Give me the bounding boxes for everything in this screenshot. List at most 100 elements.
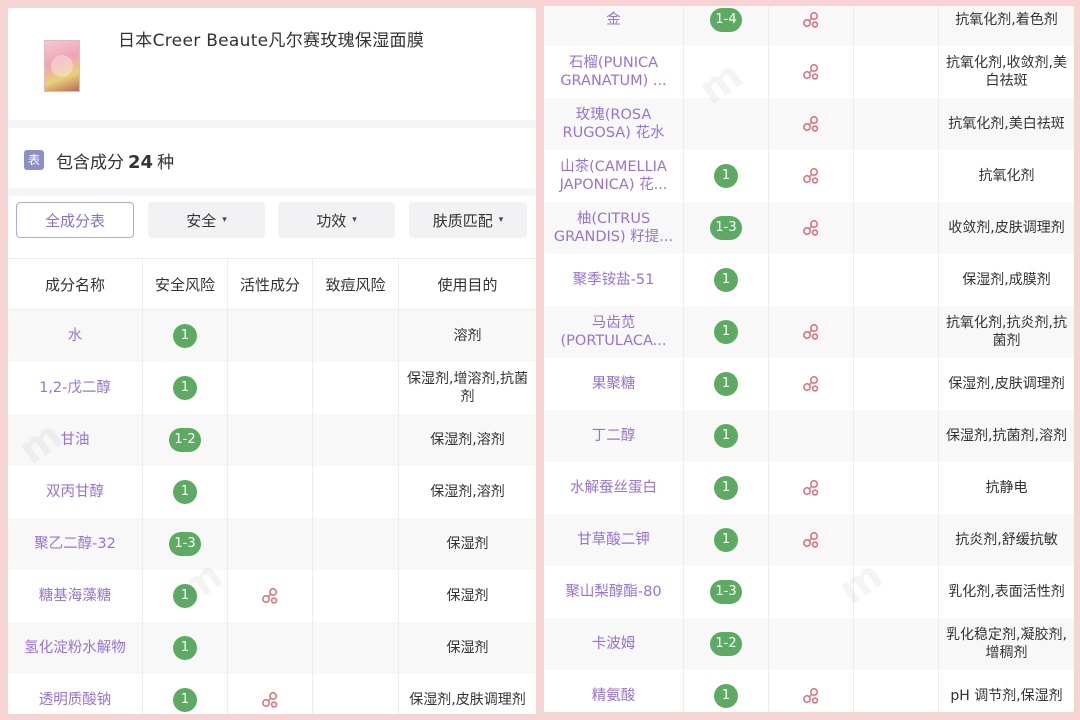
purpose-text: 收敛剂,皮肤调理剂 bbox=[948, 220, 1065, 236]
purpose-text: 保湿剂 bbox=[446, 588, 489, 604]
ingredient-name-link[interactable]: 石榴(PUNICA GRANATUM) ... bbox=[544, 46, 684, 98]
table-row[interactable]: 甘草酸二钾 1 抗炎剂,舒缓抗敏 bbox=[544, 514, 1074, 566]
table-row[interactable]: 精氨酸 1 pH 调节剂,保湿剂 bbox=[544, 670, 1074, 712]
safety-risk-cell: 1 bbox=[684, 306, 769, 358]
ingredient-name-link[interactable]: 丁二醇 bbox=[544, 410, 684, 462]
table-row[interactable]: 果聚糖 1 保湿剂,皮肤调理剂 bbox=[544, 358, 1074, 410]
purpose-text: 保湿剂,成膜剂 bbox=[962, 272, 1051, 288]
purpose-text: pH 调节剂,保湿剂 bbox=[950, 688, 1063, 704]
safety-risk-badge: 1-2 bbox=[710, 632, 742, 656]
safety-risk-cell: 1 bbox=[684, 514, 769, 566]
acne-risk-cell bbox=[854, 618, 939, 670]
ingredient-name-link[interactable]: 柚(CITRUS GRANDIS) 籽提... bbox=[544, 202, 684, 254]
ingredient-name-link[interactable]: 聚季铵盐-51 bbox=[544, 254, 684, 306]
ingredient-name-link[interactable]: 马齿苋 (PORTULACA... bbox=[544, 306, 684, 358]
safety-risk-cell: 1 bbox=[684, 410, 769, 462]
ingredient-name-link[interactable]: 精氨酸 bbox=[544, 670, 684, 712]
active-ingredient-cell bbox=[769, 98, 854, 150]
ingredient-name-link[interactable]: 水解蚕丝蛋白 bbox=[544, 462, 684, 514]
header-ingredient-name[interactable]: 成分名称 bbox=[8, 259, 143, 311]
summary-prefix: 包含成分 bbox=[56, 153, 124, 173]
table-row[interactable]: 卡波姆 1-2 乳化稳定剂,凝胶剂,增稠剂 bbox=[544, 618, 1074, 670]
table-row[interactable]: 水解蚕丝蛋白 1 抗静电 bbox=[544, 462, 1074, 514]
ingredient-name-link[interactable]: 透明质酸钠 bbox=[8, 674, 143, 714]
safety-risk-badge: 1 bbox=[173, 688, 197, 712]
table-row[interactable]: 双丙甘醇 1 保湿剂,溶剂 bbox=[8, 466, 536, 518]
ingredient-name-link[interactable]: 金 bbox=[544, 6, 684, 46]
purpose-text: 抗炎剂,舒缓抗敏 bbox=[955, 532, 1058, 548]
acne-risk-cell bbox=[313, 362, 399, 414]
ingredient-name-link[interactable]: 双丙甘醇 bbox=[8, 466, 143, 518]
table-row[interactable]: 透明质酸钠 1 保湿剂,皮肤调理剂 bbox=[8, 674, 536, 714]
chevron-down-icon: ▾ bbox=[352, 215, 357, 225]
safety-risk-badge: 1 bbox=[714, 164, 738, 188]
purpose-text: 抗氧化剂 bbox=[978, 168, 1035, 184]
active-ingredient-cell bbox=[228, 518, 313, 570]
table-row[interactable]: 1,2-戊二醇 1 保湿剂,增溶剂,抗菌剂 bbox=[8, 362, 536, 414]
purpose-text: 保湿剂,皮肤调理剂 bbox=[409, 692, 526, 708]
filter-skin-match-dropdown[interactable]: 肤质匹配 ▾ bbox=[409, 202, 527, 238]
safety-risk-badge: 1 bbox=[714, 320, 738, 344]
active-ingredient-cell bbox=[769, 254, 854, 306]
ingredient-count: 24 bbox=[128, 152, 154, 173]
filter-label: 肤质匹配 bbox=[432, 211, 493, 230]
table-row[interactable]: 丁二醇 1 保湿剂,抗菌剂,溶剂 bbox=[544, 410, 1074, 462]
ingredient-name-link[interactable]: 果聚糖 bbox=[544, 358, 684, 410]
table-row[interactable]: 聚乙二醇-32 1-3 保湿剂 bbox=[8, 518, 536, 570]
table-row[interactable]: 金 1-4 抗氧化剂,着色剂 bbox=[544, 6, 1074, 46]
table-row[interactable]: 聚山梨醇酯-80 1-3 乳化剂,表面活性剂 bbox=[544, 566, 1074, 618]
safety-risk-badge: 1 bbox=[173, 636, 197, 660]
table-row[interactable]: 糖基海藻糖 1 保湿剂 bbox=[8, 570, 536, 622]
ingredient-name-link[interactable]: 1,2-戊二醇 bbox=[8, 362, 143, 414]
table-row[interactable]: 聚季铵盐-51 1 保湿剂,成膜剂 bbox=[544, 254, 1074, 306]
active-ingredient-icon bbox=[803, 116, 819, 132]
purpose-text: 抗氧化剂,美白祛斑 bbox=[948, 116, 1065, 132]
table-row[interactable]: 水 1 溶剂 bbox=[8, 310, 536, 362]
ingredient-name-link[interactable]: 卡波姆 bbox=[544, 618, 684, 670]
table-row[interactable]: 山茶(CAMELLIA JAPONICA) 花... 1 抗氧化剂 bbox=[544, 150, 1074, 202]
product-thumbnail[interactable] bbox=[44, 40, 80, 92]
ingredient-name-link[interactable]: 糖基海藻糖 bbox=[8, 570, 143, 622]
acne-risk-cell bbox=[313, 310, 399, 362]
ingredient-name-link[interactable]: 山茶(CAMELLIA JAPONICA) 花... bbox=[544, 150, 684, 202]
right-panel: 金 1-4 抗氧化剂,着色剂 石榴(PUNICA GRANATUM) ... 抗氧化剂,… bbox=[544, 6, 1074, 712]
filter-safety-dropdown[interactable]: 安全 ▾ bbox=[148, 202, 265, 238]
table-row[interactable]: 氢化淀粉水解物 1 保湿剂 bbox=[8, 622, 536, 674]
table-row[interactable]: 甘油 1-2 保湿剂,溶剂 bbox=[8, 414, 536, 466]
safety-risk-badge: 1-3 bbox=[710, 216, 742, 240]
ingredient-name-link[interactable]: 聚乙二醇-32 bbox=[8, 518, 143, 570]
header-acne-risk[interactable]: 致痘风险 bbox=[313, 259, 399, 311]
ingredient-name-link[interactable]: 玫瑰(ROSA RUGOSA) 花水 bbox=[544, 98, 684, 150]
filter-label: 功效 bbox=[316, 211, 347, 230]
ingredient-name-link[interactable]: 氢化淀粉水解物 bbox=[8, 622, 143, 674]
filter-bar: 全成分表 安全 ▾ 功效 ▾ 肤质匹配 ▾ bbox=[8, 196, 536, 258]
filter-efficacy-dropdown[interactable]: 功效 ▾ bbox=[278, 202, 395, 238]
acne-risk-cell bbox=[854, 98, 939, 150]
table-row[interactable]: 马齿苋 (PORTULACA... 1 抗氧化剂,抗炎剂,抗菌剂 bbox=[544, 306, 1074, 358]
purpose-text: 乳化剂,表面活性剂 bbox=[948, 584, 1065, 600]
table-row[interactable]: 柚(CITRUS GRANDIS) 籽提... 1-3 收敛剂,皮肤调理剂 bbox=[544, 202, 1074, 254]
safety-risk-cell: 1-3 bbox=[684, 566, 769, 618]
ingredient-name-link[interactable]: 聚山梨醇酯-80 bbox=[544, 566, 684, 618]
active-ingredient-cell bbox=[769, 202, 854, 254]
active-ingredient-cell bbox=[769, 670, 854, 712]
filter-all-ingredients-tab[interactable]: 全成分表 bbox=[16, 202, 134, 238]
header-purpose[interactable]: 使用目的 bbox=[399, 259, 536, 311]
header-safety-risk[interactable]: 安全风险 bbox=[143, 259, 228, 311]
ingredient-name-link[interactable]: 水 bbox=[8, 310, 143, 362]
product-title: 日本Creer Beaute凡尔赛玫瑰保湿面膜 bbox=[118, 31, 425, 51]
safety-risk-badge: 1 bbox=[173, 584, 197, 608]
safety-risk-badge: 1-3 bbox=[710, 580, 742, 604]
active-ingredient-cell bbox=[228, 674, 313, 714]
acne-risk-cell bbox=[854, 514, 939, 566]
table-row[interactable]: 石榴(PUNICA GRANATUM) ... 抗氧化剂,收敛剂,美白祛斑 bbox=[544, 46, 1074, 98]
safety-risk-badge: 1-4 bbox=[710, 8, 742, 32]
header-active-ingredient[interactable]: 活性成分 bbox=[228, 259, 313, 311]
ingredient-name-link[interactable]: 甘油 bbox=[8, 414, 143, 466]
active-ingredient-cell bbox=[228, 414, 313, 466]
acne-risk-cell bbox=[854, 462, 939, 514]
safety-risk-cell: 1 bbox=[143, 622, 228, 674]
table-row[interactable]: 玫瑰(ROSA RUGOSA) 花水 抗氧化剂,美白祛斑 bbox=[544, 98, 1074, 150]
active-ingredient-icon bbox=[803, 532, 819, 548]
ingredient-name-link[interactable]: 甘草酸二钾 bbox=[544, 514, 684, 566]
